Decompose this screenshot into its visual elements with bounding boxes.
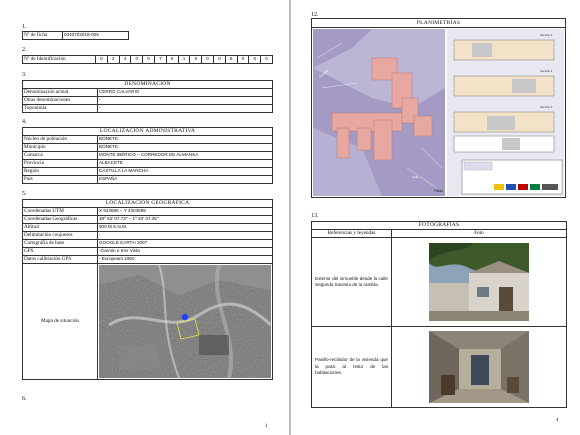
section-4-number: 4. [22, 119, 27, 125]
settlement-label: Núcleo de población [22, 135, 98, 144]
identification-digit: 0 [236, 55, 250, 64]
references-column-header: Referencias y leyendas [311, 229, 392, 238]
delimitation-value: - [97, 231, 273, 240]
country-label: País [22, 175, 98, 184]
section-2-number: 2. [22, 47, 27, 53]
altitude-value: 900 M S.N.M. [97, 223, 273, 232]
photo-2-image [429, 331, 529, 403]
identification-digit: 4 [118, 55, 132, 64]
region-county-label: Comarca [22, 151, 98, 160]
identification-digit: 0 [95, 55, 108, 64]
administrative-location-table: LOCALIZACIÓN ADMINISTRATIVA Núcleo de po… [21, 127, 274, 184]
denomination-table: DENOMINACIÓN Denominación actual CERRO CA… [22, 80, 273, 113]
identification-digit: 0 [201, 55, 214, 64]
section-13-number: 13. [311, 213, 319, 219]
svg-text:Sección 1: Sección 1 [540, 33, 553, 37]
utm-label: Coordenadas UTM [22, 207, 98, 216]
other-denominations-label: Otras denominaciones [22, 96, 98, 105]
identification-digit: 0 [260, 55, 273, 64]
geographic-location-table: LOCALIZACIÓN GEOGRÁFICA Coordenadas UTM X… [22, 199, 273, 380]
denomination-current-label: Denominación actual [22, 88, 98, 97]
identification-digit: 0 [248, 55, 262, 64]
denomination-current-value: CERRO CALVARIO [97, 88, 273, 97]
identification-digit: 0 [130, 55, 144, 64]
location-marker-icon [181, 313, 189, 321]
cartography-label: Cartografía de base [22, 239, 98, 248]
identification-digit: 0 [165, 55, 179, 64]
identification-digit: 0 [142, 55, 155, 64]
svg-text:Calle: Calle [412, 175, 419, 179]
province-value: ALBACETE [96, 159, 274, 168]
identification-table: Nº de Identificación 034007018005000 [22, 55, 273, 64]
identification-label: Nº de Identificación [22, 55, 96, 64]
svg-text:Planta: Planta [434, 189, 443, 193]
utm-value: X 643696 – Y 4303595 [97, 207, 273, 216]
identification-digit: 1 [177, 55, 191, 64]
planimetry-drawing: Avenida Calle Sección 1 Sección 2 Secció… [313, 29, 564, 196]
country-value: ESPAÑA [96, 175, 274, 184]
autonomous-region-label: Región [22, 167, 98, 176]
left-page: 1. Nº de ficha 0340702018-005 2. Nº de I… [0, 0, 289, 435]
photo-column-header: Foto [390, 229, 568, 238]
toponymy-value: - [97, 104, 273, 113]
settlement-value: BONETE [96, 135, 274, 144]
geo-coords-label: Coordenadas Geográficas [22, 215, 98, 224]
photo-2-caption: Pasillo-recibidor de la vivienda que la … [311, 326, 392, 408]
gps-calibration-label: Datos calibración GPS [22, 255, 98, 264]
situation-map-cell [97, 263, 273, 380]
identification-digit: 8 [189, 55, 203, 64]
file-number-label: Nº de ficha [22, 31, 63, 40]
gps-label: GPS [22, 247, 98, 256]
photo-1-image [429, 243, 529, 321]
photo-2-cell [390, 326, 568, 408]
gps-value: -Garmin e trex Vista [97, 247, 273, 256]
right-page-number: 4 [556, 418, 559, 423]
planimetry-box: PLANIMETRÍAS Avenida Calle Sección 1 Sec… [311, 18, 566, 198]
identification-digit: 5 [224, 55, 238, 64]
left-page-number: 1 [265, 424, 268, 429]
geographic-location-header: LOCALIZACIÓN GEOGRÁFICA [22, 199, 273, 208]
identification-digit: 3 [106, 55, 120, 64]
province-label: Provincia [22, 159, 98, 168]
file-number-table: Nº de ficha 0340702018-005 [22, 31, 129, 40]
photo-1-cell [390, 237, 568, 327]
cartography-value: GOOGLE EARTH 2007 [97, 239, 273, 248]
altitude-label: Altitud [22, 223, 98, 232]
other-denominations-value: - [97, 96, 273, 105]
file-number-value: 0340702018-005 [62, 31, 129, 40]
identification-digit: 7 [153, 55, 167, 64]
toponymy-label: Toponimia [22, 104, 98, 113]
aerial-map-image [99, 265, 271, 378]
region-county-value: MONTE IBÉRICO – CORREDOR DE ALMANSA [96, 151, 274, 160]
svg-text:Sección 3: Sección 3 [540, 105, 553, 109]
delimitation-label: Delimitación conjuntos [22, 231, 98, 240]
municipality-label: Municipio [22, 143, 98, 152]
planimetry-header: PLANIMETRÍAS [312, 19, 565, 28]
identification-digit: 0 [212, 55, 226, 64]
gps-calibration-value: - Europeam 1950 [97, 255, 273, 264]
section-6-number: 6. [22, 396, 27, 402]
denomination-header: DENOMINACIÓN [22, 80, 273, 89]
geo-coords-value: 38º 52' 07.73" – 1º 20' 37.35" [97, 215, 273, 224]
administrative-location-header: LOCALIZACIÓN ADMINISTRATIVA [21, 127, 274, 136]
photos-header: FOTOGRAFÍAS [310, 221, 568, 230]
section-1-number: 1. [22, 24, 27, 30]
photo-1-caption: Exterior del inmueble desde la calle Seg… [311, 237, 392, 327]
right-page: 12. PLANIMETRÍAS Avenida Calle Sección 1… [291, 0, 580, 435]
autonomous-region-value: CASTILLA LA MANCHA [96, 167, 274, 176]
section-3-number: 3. [22, 72, 27, 78]
svg-text:Sección 2: Sección 2 [540, 69, 553, 73]
map-label: Mapa de situación [22, 263, 98, 380]
municipality-value: BONETE [96, 143, 274, 152]
section-5-number: 5. [22, 191, 27, 197]
photos-table: FOTOGRAFÍAS Referencias y leyendas Foto … [310, 221, 568, 408]
